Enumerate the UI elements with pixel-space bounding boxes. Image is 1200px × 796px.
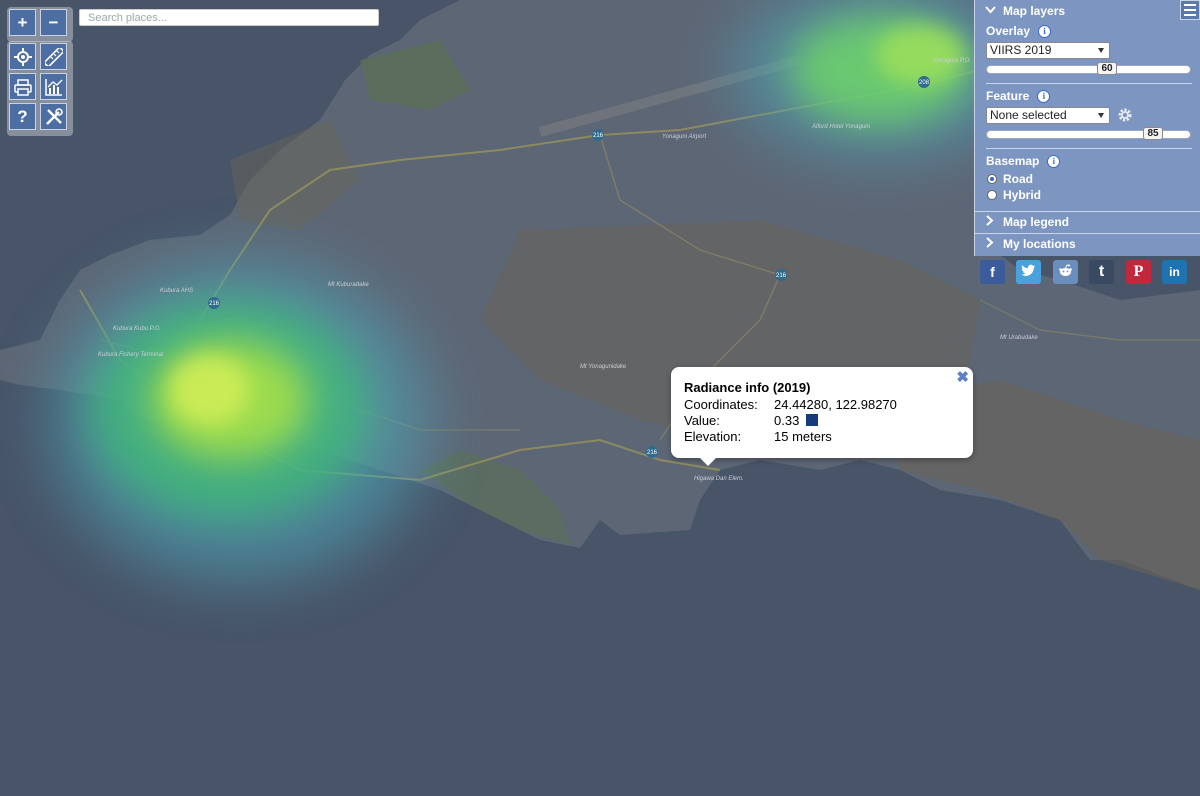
radio-button[interactable] bbox=[987, 174, 997, 184]
overlay-opacity-slider[interactable]: 60 bbox=[986, 62, 1191, 75]
basemap-section: Basemap i bbox=[986, 154, 1061, 168]
printer-icon bbox=[13, 78, 32, 96]
overlay-section: Overlay i bbox=[986, 24, 1052, 38]
radiance-info-popup: Radiance info (2019) Coordinates: 24.442… bbox=[671, 367, 973, 466]
info-icon[interactable]: i bbox=[1047, 154, 1061, 168]
map-label: Higawa Dan Elem. bbox=[694, 476, 744, 482]
tools-control: ? bbox=[7, 41, 73, 136]
chevron-right-icon bbox=[983, 237, 997, 251]
basemap-road-label: Road bbox=[1003, 172, 1033, 186]
linkedin-icon: in bbox=[1169, 265, 1180, 279]
feature-section: Feature i bbox=[986, 89, 1051, 103]
tumblr-icon: t bbox=[1098, 263, 1105, 280]
print-button[interactable] bbox=[9, 73, 36, 100]
tools-icon bbox=[45, 107, 63, 125]
twitter-share-button[interactable] bbox=[1016, 260, 1041, 284]
measure-button[interactable] bbox=[40, 43, 67, 70]
info-icon[interactable]: i bbox=[1038, 24, 1052, 38]
reddit-share-button[interactable] bbox=[1053, 260, 1078, 284]
radio-button[interactable] bbox=[987, 190, 997, 200]
feature-opacity-value[interactable]: 85 bbox=[1143, 127, 1163, 140]
pinterest-icon: P bbox=[1133, 263, 1144, 280]
value-row: 0.33 bbox=[774, 413, 819, 428]
popup-pointer bbox=[699, 457, 717, 466]
map-label: Kubura AHS bbox=[160, 288, 193, 294]
zoom-in-button[interactable]: + bbox=[9, 9, 36, 36]
dropdown-arrow-icon bbox=[1098, 113, 1104, 118]
feature-opacity-slider[interactable]: 85 bbox=[986, 127, 1191, 140]
elevation-label: Elevation: bbox=[684, 429, 742, 444]
map-label: Mt Urabudake bbox=[1000, 335, 1038, 341]
facebook-icon: f bbox=[990, 264, 995, 280]
overlay-select-value: VIIRS 2019 bbox=[990, 43, 1052, 57]
divider bbox=[986, 83, 1192, 84]
overlay-select[interactable]: VIIRS 2019 bbox=[986, 42, 1110, 59]
layers-panel: Map layers Overlay i VIIRS 2019 60 Featu… bbox=[974, 0, 1200, 256]
locate-button[interactable] bbox=[9, 43, 36, 70]
chevron-down-icon bbox=[983, 5, 997, 17]
pinterest-share-button[interactable]: P bbox=[1126, 260, 1151, 284]
my-locations-header[interactable]: My locations bbox=[975, 233, 1200, 254]
elevation-value: 15 meters bbox=[774, 429, 832, 444]
feature-select-value: None selected bbox=[990, 108, 1067, 122]
reddit-icon bbox=[1058, 264, 1073, 280]
tumblr-share-button[interactable]: t bbox=[1089, 260, 1114, 284]
basemap-road-option[interactable]: Road bbox=[987, 172, 1033, 186]
my-locations-title: My locations bbox=[1003, 237, 1076, 251]
coordinates-label: Coordinates: bbox=[684, 397, 758, 412]
linkedin-share-button[interactable]: in bbox=[1162, 260, 1187, 284]
feature-select[interactable]: None selected bbox=[986, 107, 1110, 124]
search-input[interactable] bbox=[79, 9, 379, 26]
map-layers-header[interactable]: Map layers bbox=[975, 0, 1200, 21]
map-label: Yonaguni P.O. bbox=[933, 58, 971, 64]
map-layers-title: Map layers bbox=[1003, 3, 1066, 18]
map-label: Alford Hotel Yonaguni bbox=[811, 124, 871, 130]
gear-icon[interactable] bbox=[1117, 107, 1133, 128]
map-legend-header[interactable]: Map legend bbox=[975, 211, 1200, 232]
feature-label: Feature bbox=[986, 89, 1030, 103]
basemap-label: Basemap bbox=[986, 154, 1040, 168]
map-label: Yonaguni Airport bbox=[662, 134, 706, 140]
chart-icon bbox=[44, 78, 62, 96]
ruler-icon bbox=[44, 47, 63, 66]
basemap-hybrid-label: Hybrid bbox=[1003, 188, 1042, 202]
route-shield: 216 bbox=[209, 301, 220, 307]
zoom-control: + − bbox=[7, 7, 73, 42]
hamburger-icon bbox=[1184, 4, 1196, 6]
close-icon[interactable]: ✖ bbox=[956, 368, 969, 386]
map-legend-title: Map legend bbox=[1003, 215, 1070, 229]
route-shield: 216 bbox=[776, 273, 787, 279]
menu-toggle-button[interactable] bbox=[1180, 0, 1200, 20]
zoom-out-button[interactable]: − bbox=[40, 9, 67, 36]
dropdown-arrow-icon bbox=[1098, 48, 1104, 53]
help-button[interactable]: ? bbox=[9, 103, 36, 130]
map-label: Kubura Kubu P.O. bbox=[113, 326, 161, 332]
coordinates-value: 24.44280, 122.98270 bbox=[774, 397, 897, 412]
radiance-value: 0.33 bbox=[774, 413, 800, 428]
divider bbox=[986, 148, 1192, 149]
info-icon[interactable]: i bbox=[1037, 89, 1051, 103]
route-shield: 216 bbox=[593, 133, 604, 139]
map-label: Mt Yonagunidake bbox=[580, 364, 627, 370]
tools-button[interactable] bbox=[40, 103, 67, 130]
value-label: Value: bbox=[684, 413, 720, 428]
facebook-share-button[interactable]: f bbox=[980, 260, 1005, 284]
basemap-hybrid-option[interactable]: Hybrid bbox=[987, 188, 1041, 202]
chart-button[interactable] bbox=[40, 73, 67, 100]
chevron-right-icon bbox=[983, 215, 997, 229]
route-shield: 216 bbox=[647, 450, 658, 456]
route-shield: 208 bbox=[919, 80, 930, 86]
twitter-icon bbox=[1021, 264, 1036, 280]
value-color-swatch bbox=[806, 414, 819, 426]
map-label: Kubura Fishery Terminal bbox=[98, 352, 164, 358]
overlay-label: Overlay bbox=[986, 24, 1031, 38]
popup-title: Radiance info (2019) bbox=[684, 380, 811, 395]
map-label: Mt Kuburadake bbox=[328, 282, 369, 288]
overlay-opacity-value[interactable]: 60 bbox=[1097, 62, 1117, 75]
crosshair-icon bbox=[13, 47, 32, 66]
